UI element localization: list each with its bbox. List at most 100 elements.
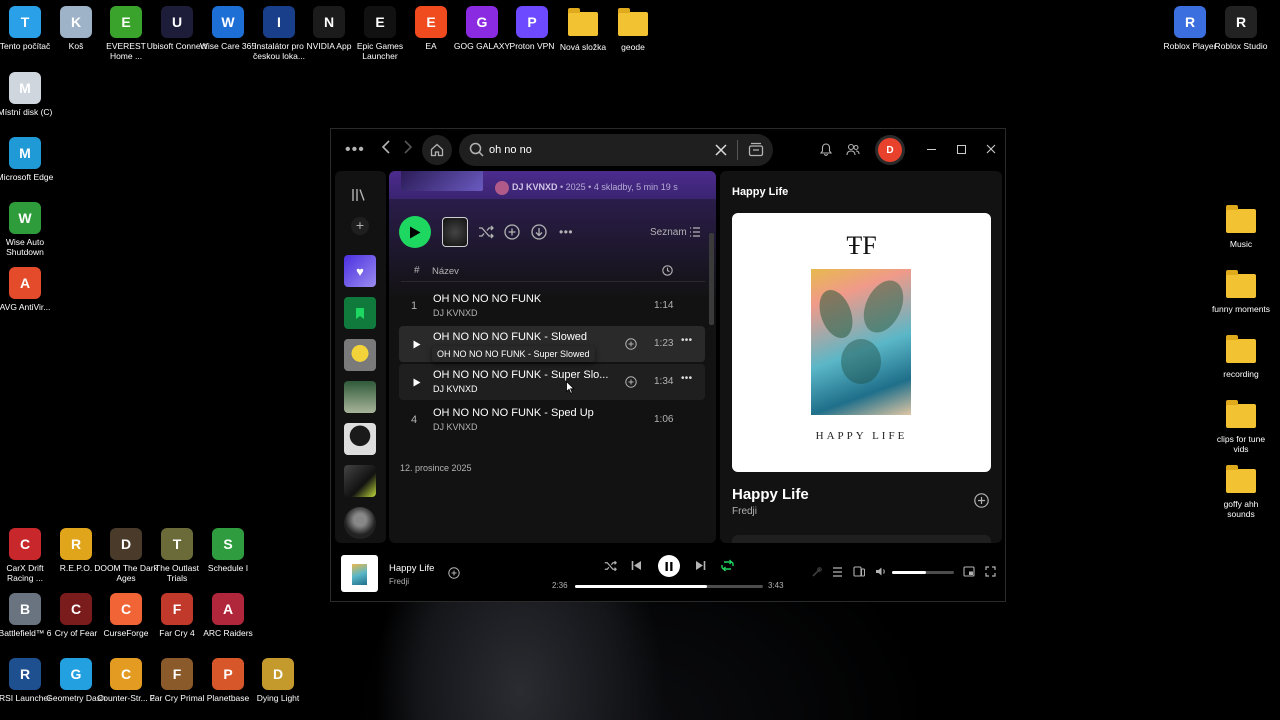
track-play-icon[interactable] [413, 340, 421, 349]
download-icon[interactable] [531, 224, 547, 240]
more-menu-icon[interactable]: ••• [345, 141, 365, 159]
desktop-shortcut-label: Far Cry 4 [159, 628, 195, 638]
shuffle-icon[interactable] [478, 225, 494, 239]
pause-button[interactable] [658, 555, 680, 577]
list-view-toggle[interactable]: Seznam [650, 227, 687, 238]
now-playing-view-icon[interactable] [811, 567, 822, 578]
desktop-shortcut[interactable]: Music [1209, 203, 1273, 249]
desktop-shortcut[interactable]: A ARC Raiders [196, 593, 260, 638]
player-track-artist[interactable]: Fredji [389, 577, 409, 586]
farcry-primal-icon: F [161, 658, 193, 690]
track-play-icon[interactable] [413, 378, 421, 387]
track-row[interactable]: 1 OH NO NO NO FUNK DJ KVNXD 1:14 [399, 288, 705, 324]
close-window-icon[interactable] [986, 144, 996, 154]
now-playing-header[interactable]: Happy Life [732, 186, 788, 198]
desktop-shortcut[interactable]: M Místní disk (C) [0, 72, 57, 117]
track-row[interactable]: OH NO NO NO FUNK - Super Slo... DJ KVNXD… [399, 364, 705, 400]
scrollbar[interactable] [709, 233, 714, 325]
progress-bar[interactable] [575, 585, 763, 588]
volume-icon[interactable] [875, 566, 887, 577]
player-shuffle-icon[interactable] [604, 560, 617, 572]
queue-icon[interactable] [832, 567, 843, 577]
desktop-shortcut[interactable]: clips for tune vids [1209, 398, 1273, 454]
track-artist[interactable]: DJ KVNXD [433, 308, 478, 318]
volume-slider[interactable] [892, 571, 954, 574]
desktop-shortcut[interactable]: recording [1209, 333, 1273, 379]
clear-search-icon[interactable] [715, 144, 727, 156]
now-playing-artist[interactable]: Fredji [732, 506, 757, 517]
connect-device-icon[interactable] [853, 566, 865, 577]
playlist-tile-3[interactable] [344, 423, 376, 455]
duration-clock-icon[interactable] [662, 265, 673, 276]
track-artist[interactable]: DJ KVNXD [433, 384, 478, 394]
add-track-icon[interactable] [625, 376, 637, 388]
user-avatar[interactable]: D [878, 138, 902, 162]
track-more-icon[interactable]: ••• [681, 373, 692, 384]
folder-icon [1226, 335, 1256, 363]
desktop-shortcut[interactable]: R Roblox Studio [1209, 6, 1273, 51]
desktop-shortcut-label: ARC Raiders [203, 628, 253, 638]
track-row[interactable]: 4 OH NO NO NO FUNK - Sped Up DJ KVNXD 1:… [399, 402, 705, 438]
add-track-icon[interactable] [625, 338, 637, 350]
album-cover-thumb [401, 171, 483, 191]
roblox-icon: R [1174, 6, 1206, 38]
add-to-library-icon[interactable] [504, 224, 520, 240]
desktop-shortcut[interactable]: W Wise Auto Shutdown [0, 202, 57, 257]
library-icon[interactable] [351, 188, 367, 202]
column-title[interactable]: Název [432, 266, 459, 277]
album-artist[interactable]: DJ KVNXD [512, 182, 558, 192]
friends-activity-icon[interactable] [846, 143, 860, 156]
player-track-title[interactable]: Happy Life [389, 563, 434, 574]
your-episodes-tile[interactable] [344, 297, 376, 329]
desktop-shortcut-label: recording [1223, 369, 1259, 379]
wise-shutdown-icon: W [9, 202, 41, 234]
mini-player-icon[interactable] [963, 566, 975, 577]
search-icon [469, 142, 484, 157]
track-more-icon[interactable]: ••• [681, 335, 692, 346]
list-view-icon[interactable] [689, 227, 701, 237]
liked-songs-tile[interactable]: ♥ [344, 255, 376, 287]
player-add-icon[interactable] [448, 567, 460, 579]
desktop-shortcut[interactable]: M Microsoft Edge [0, 137, 57, 182]
column-number: # [414, 265, 420, 276]
playlist-tile-4[interactable] [344, 465, 376, 497]
search-bar[interactable] [459, 134, 773, 166]
desktop-shortcut[interactable]: D Dying Light [246, 658, 310, 703]
desktop-shortcut-label: NVIDIA App [306, 41, 352, 51]
maximize-icon[interactable] [957, 145, 966, 154]
fullscreen-icon[interactable] [985, 566, 996, 577]
browse-icon[interactable] [748, 142, 764, 157]
desktop-shortcut[interactable]: S Schedule I [196, 528, 260, 573]
artist-tile[interactable] [344, 507, 376, 539]
player-cover-thumb[interactable] [341, 555, 378, 592]
previous-icon[interactable] [631, 560, 642, 571]
track-title[interactable]: OH NO NO NO FUNK - Super Slo... [433, 369, 608, 381]
desktop-shortcut[interactable]: A AVG AntiVir... [0, 267, 57, 312]
album-preview-thumb[interactable] [442, 217, 468, 247]
next-icon[interactable] [695, 560, 706, 571]
desktop-shortcut[interactable]: geode [601, 6, 665, 52]
home-button[interactable] [422, 135, 452, 165]
play-album-button[interactable] [399, 216, 431, 248]
desktop-shortcut[interactable]: goffy ahh sounds [1209, 463, 1273, 519]
nvidia-icon: N [313, 6, 345, 38]
desktop-shortcut[interactable]: funny moments [1209, 268, 1273, 314]
repeat-icon[interactable] [721, 559, 734, 572]
track-title[interactable]: OH NO NO NO FUNK - Slowed [433, 331, 587, 343]
playlist-tile-minion[interactable] [344, 339, 376, 371]
playlist-tile-2[interactable] [344, 381, 376, 413]
notifications-icon[interactable] [820, 143, 832, 156]
track-title[interactable]: OH NO NO NO FUNK [433, 293, 541, 305]
minimize-icon[interactable] [927, 149, 936, 150]
search-input[interactable] [489, 144, 709, 156]
track-duration: 1:06 [654, 414, 674, 425]
forward-icon[interactable] [403, 140, 413, 154]
more-options-icon[interactable]: ••• [559, 225, 573, 239]
create-playlist-button[interactable]: + [351, 217, 369, 235]
track-artist[interactable]: DJ KVNXD [433, 422, 478, 432]
artist-avatar [495, 181, 509, 195]
track-title[interactable]: OH NO NO NO FUNK - Sped Up [433, 407, 594, 419]
add-to-playlist-icon[interactable] [974, 493, 989, 508]
back-icon[interactable] [381, 140, 391, 154]
now-playing-title[interactable]: Happy Life [732, 486, 809, 503]
